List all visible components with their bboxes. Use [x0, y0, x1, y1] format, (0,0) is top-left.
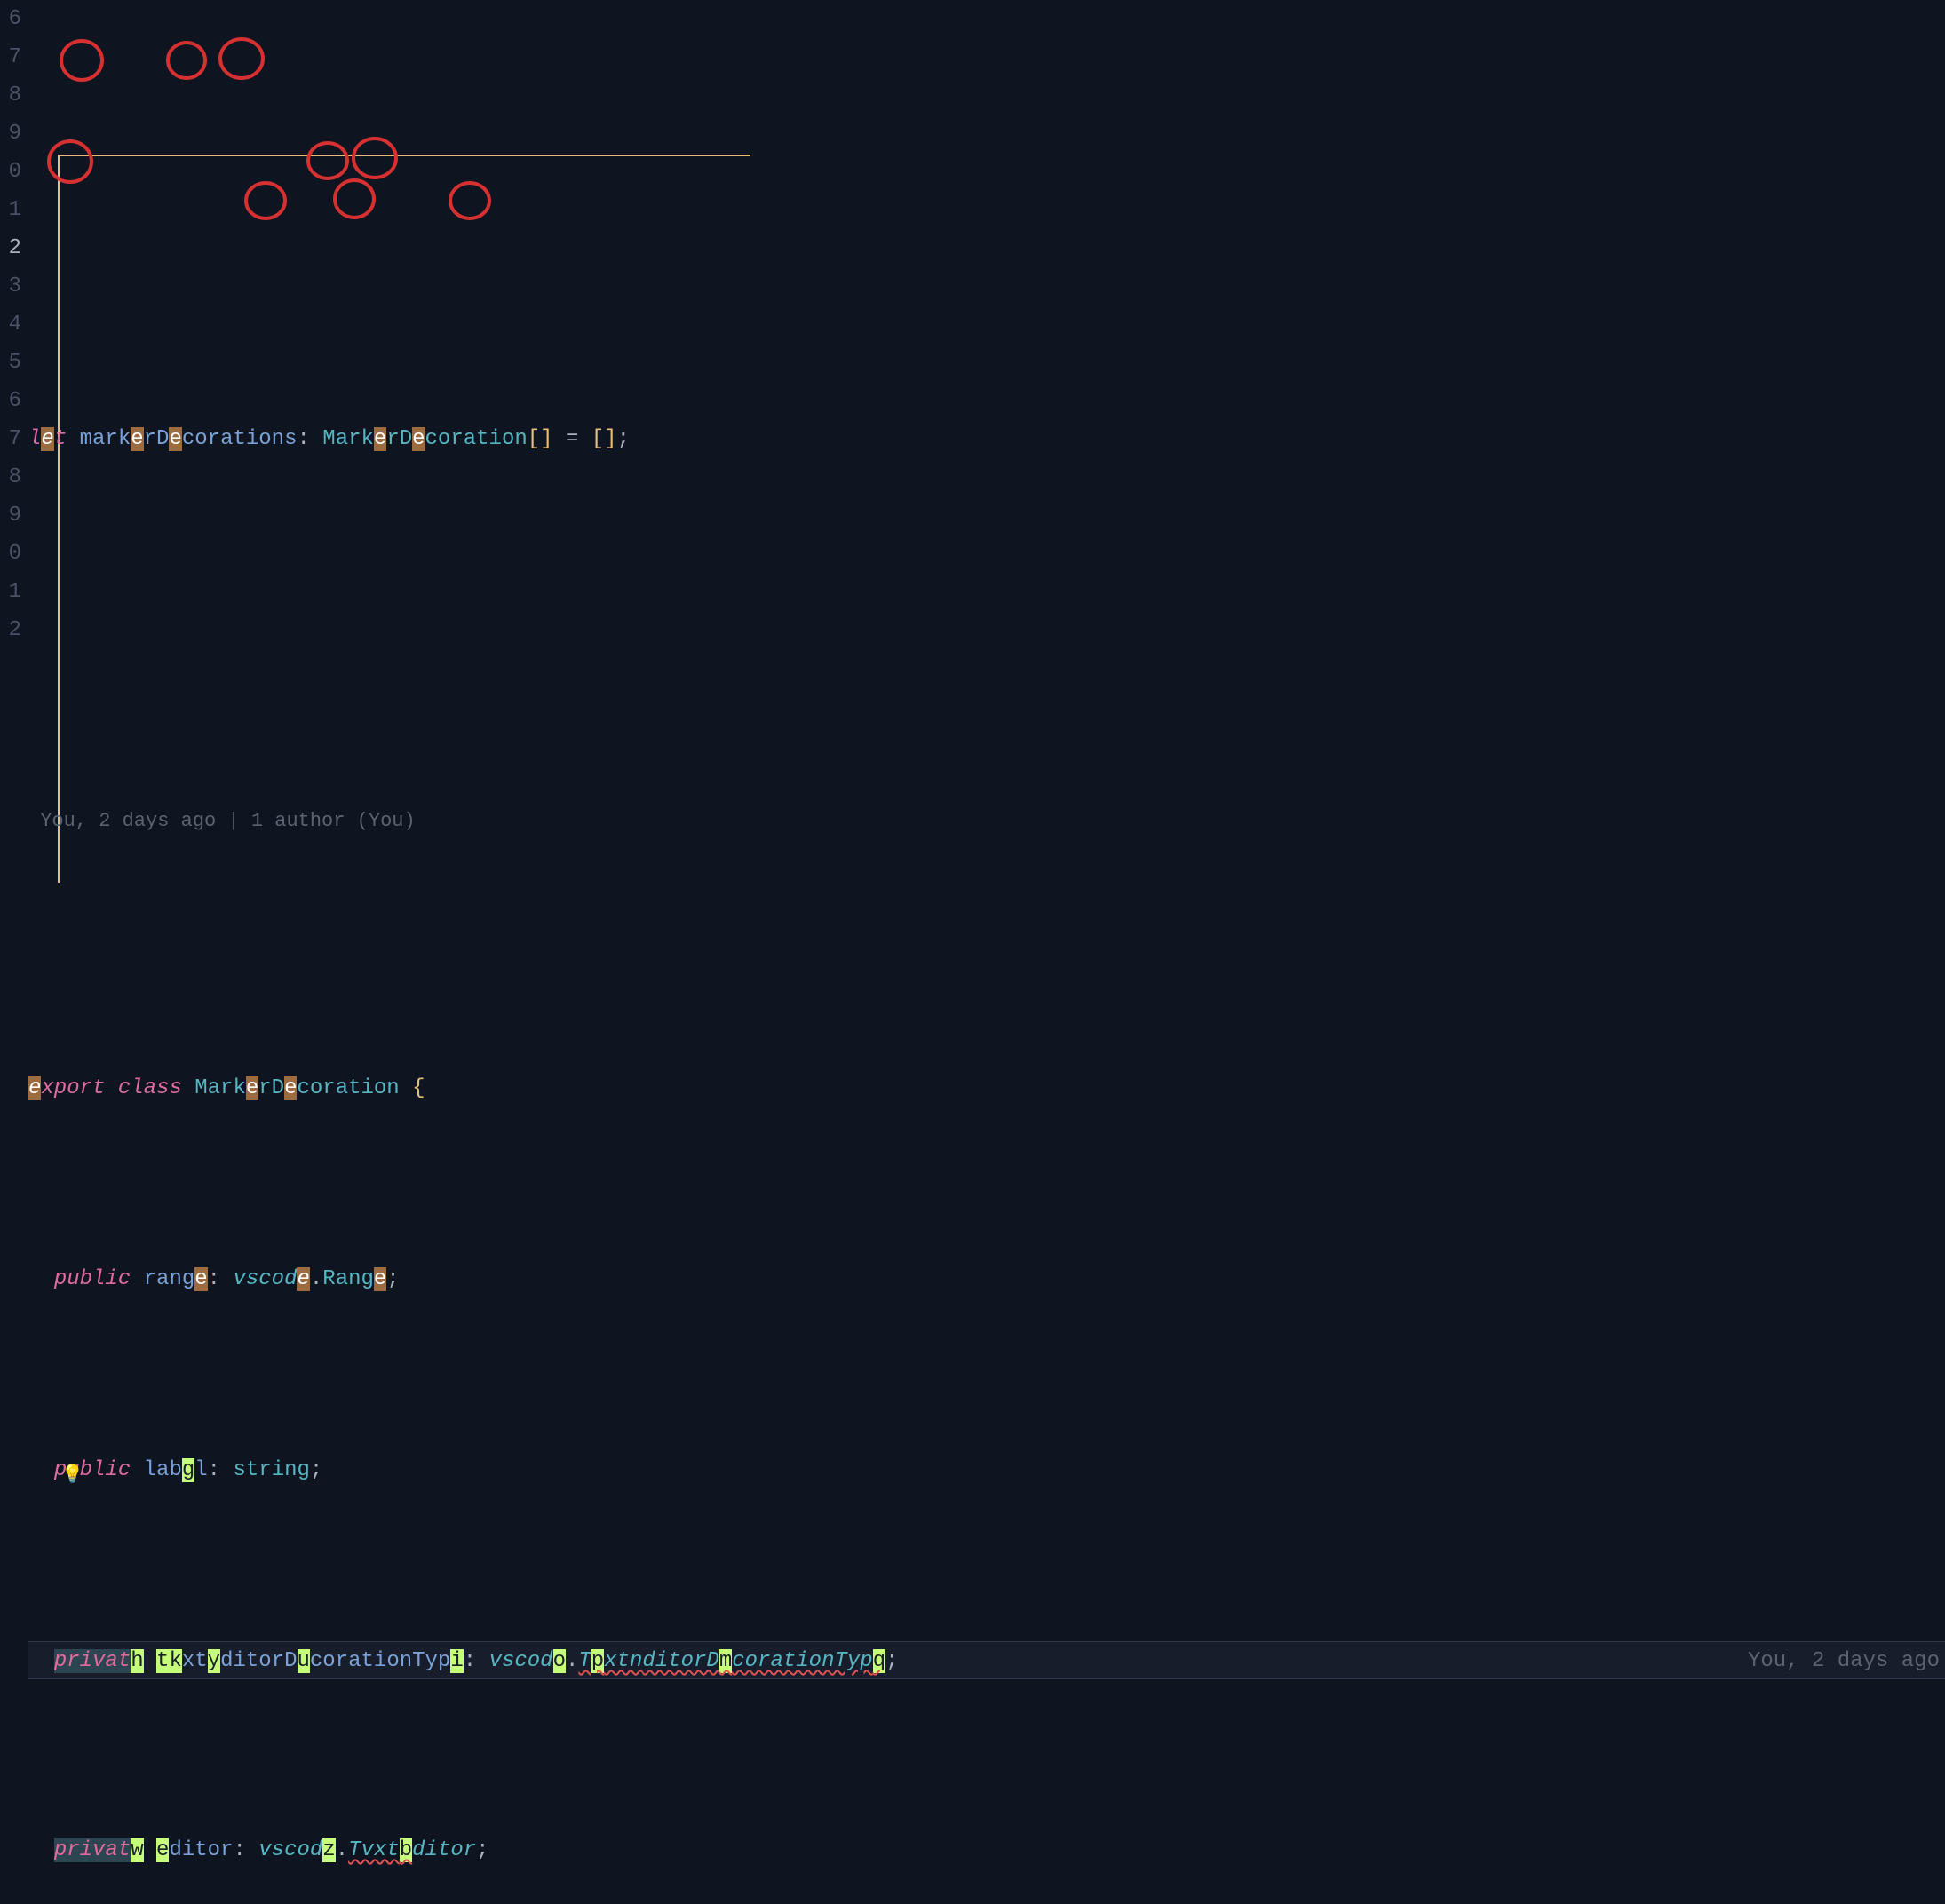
code-line[interactable]: [28, 611, 1945, 649]
line-number: 7: [0, 38, 21, 76]
codelens-text[interactable]: You, 2 days ago | 1 author (You): [40, 810, 415, 832]
line-number: 0: [0, 153, 21, 191]
line-number: 9: [0, 496, 21, 535]
jump-target[interactable]: z: [322, 1838, 335, 1862]
line-number: 6: [0, 0, 21, 38]
jump-target[interactable]: m: [719, 1649, 732, 1673]
code-line[interactable]: privatw editor: vscodz.Tvxtbditor;: [28, 1831, 1945, 1869]
annotation-circle: [55, 36, 108, 84]
jump-target[interactable]: k: [169, 1649, 181, 1673]
jump-target[interactable]: t: [156, 1649, 169, 1673]
line-number: 8: [0, 76, 21, 115]
annotation-circle: [304, 138, 353, 184]
code-line[interactable]: 💡 public labgl: string;: [28, 1451, 1945, 1489]
annotation-circle: [348, 133, 401, 183]
code-editor[interactable]: 6 7 8 9 0 1 2 3 4 5 6 7 8 9 0 1 2 let ma…: [0, 0, 1945, 1904]
code-line[interactable]: [28, 955, 1945, 993]
annotation-circle: [242, 178, 290, 224]
jump-target[interactable]: u: [298, 1649, 310, 1673]
jump-target[interactable]: b: [400, 1838, 412, 1862]
line-number: 5: [0, 344, 21, 382]
jump-target[interactable]: p: [591, 1649, 604, 1673]
code-line[interactable]: let markerDecorations: MarkerDecoration[…: [28, 420, 1945, 458]
codelens[interactable]: You, 2 days ago | 1 author (You): [28, 802, 1945, 840]
jump-target[interactable]: w: [131, 1838, 143, 1862]
line-number: 2: [0, 229, 21, 267]
line-number: 1: [0, 573, 21, 611]
line-number: 7: [0, 420, 21, 458]
code-line[interactable]: export class MarkerDecoration {: [28, 1069, 1945, 1107]
annotation-circle: [446, 178, 495, 224]
git-blame-inline: You, 2 days ago: [1748, 1642, 1940, 1680]
gutter: 6 7 8 9 0 1 2 3 4 5 6 7 8 9 0 1 2: [0, 0, 28, 1904]
line-number: 2: [0, 611, 21, 649]
line-number: 4: [0, 305, 21, 344]
code-line[interactable]: public range: vscode.Range;: [28, 1260, 1945, 1298]
line-number: 8: [0, 458, 21, 496]
jump-target[interactable]: g: [182, 1458, 194, 1482]
jump-target[interactable]: q: [873, 1649, 885, 1673]
lightbulb-icon[interactable]: 💡: [61, 1456, 83, 1495]
line-number: 0: [0, 535, 21, 573]
line-number: 6: [0, 382, 21, 420]
code-area[interactable]: let markerDecorations: MarkerDecoration[…: [28, 0, 1945, 1904]
line-number: 9: [0, 115, 21, 153]
indent-guide-top: [58, 155, 750, 156]
jump-target[interactable]: y: [208, 1649, 220, 1673]
line-number: 3: [0, 267, 21, 305]
annotation-circle: [215, 34, 268, 83]
annotation-circle: [162, 37, 210, 83]
code-line-active[interactable]: privath tkxtyditorDucorationTypi: vscodo…: [28, 1641, 1945, 1679]
line-number: 1: [0, 191, 21, 229]
jump-target[interactable]: i: [450, 1649, 463, 1673]
jump-target[interactable]: o: [553, 1649, 566, 1673]
jump-target[interactable]: h: [131, 1649, 143, 1673]
annotation-circle: [44, 138, 96, 186]
code-line[interactable]: [28, 229, 1945, 267]
line-number: [0, 649, 21, 687]
